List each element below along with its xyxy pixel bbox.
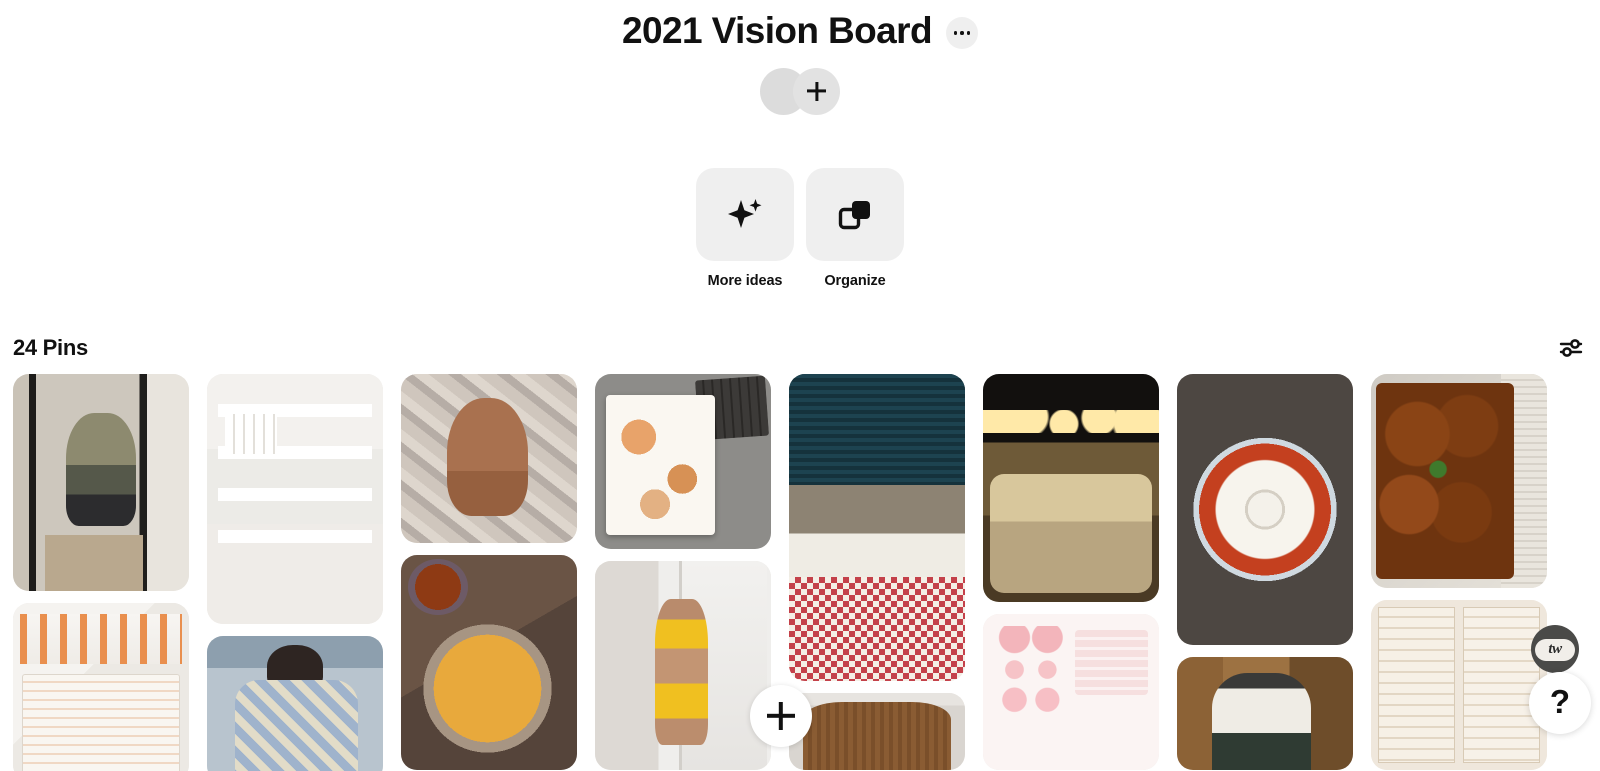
pin-image — [1177, 657, 1353, 770]
pin-card[interactable] — [983, 614, 1159, 770]
page-title: 2021 Vision Board — [622, 9, 933, 51]
pin-card[interactable] — [595, 374, 771, 549]
pin-card[interactable] — [789, 693, 965, 770]
create-pin-button[interactable] — [750, 685, 812, 747]
pin-image — [401, 555, 577, 770]
pin-card[interactable] — [207, 374, 383, 624]
pin-image — [595, 374, 771, 549]
pin-column — [595, 374, 771, 770]
pin-card[interactable] — [595, 561, 771, 770]
organize-button[interactable]: Organize — [806, 168, 904, 289]
organize-tile — [806, 168, 904, 261]
pin-card[interactable] — [1371, 600, 1547, 770]
add-collaborator-button[interactable] — [793, 67, 840, 115]
plus-icon — [767, 702, 795, 730]
pin-column — [13, 374, 189, 771]
pin-image — [13, 374, 189, 591]
pin-image — [13, 603, 189, 771]
pin-card[interactable] — [207, 636, 383, 771]
pin-card[interactable] — [13, 603, 189, 771]
pin-image — [595, 561, 771, 770]
pins-count: 24 Pins — [13, 335, 88, 360]
pin-image — [1177, 374, 1353, 645]
pin-image — [983, 374, 1159, 602]
pin-image — [789, 374, 965, 681]
pin-image — [207, 636, 383, 771]
board-actions-row: More ideas Organize — [696, 168, 904, 289]
pin-image — [1371, 374, 1547, 588]
pin-card[interactable] — [401, 555, 577, 770]
pin-column — [789, 374, 965, 770]
filter-sort-button[interactable] — [1555, 332, 1587, 364]
pin-column — [207, 374, 383, 771]
more-ideas-tile — [696, 168, 794, 261]
pin-image — [401, 374, 577, 543]
organize-label: Organize — [824, 273, 886, 289]
sparkle-icon — [728, 198, 762, 228]
pin-card[interactable] — [789, 374, 965, 681]
pin-card[interactable] — [1371, 374, 1547, 588]
pin-image — [207, 374, 383, 624]
board-header: 2021 Vision Board More ideas Organize — [0, 0, 1600, 289]
ellipsis-icon — [953, 31, 971, 35]
board-options-button[interactable] — [945, 17, 978, 49]
profile-initials: tw — [1548, 640, 1562, 657]
pin-card[interactable] — [983, 374, 1159, 602]
pin-image — [789, 693, 965, 770]
pin-column — [1177, 374, 1353, 770]
pin-card[interactable] — [1177, 374, 1353, 645]
plus-icon — [807, 82, 826, 101]
pin-card[interactable] — [1177, 657, 1353, 770]
pin-card[interactable] — [401, 374, 577, 543]
pin-column — [1371, 374, 1547, 770]
pin-column — [401, 374, 577, 770]
pin-column — [983, 374, 1159, 770]
help-button[interactable]: ? — [1529, 672, 1591, 734]
overlapping-squares-icon — [838, 200, 870, 229]
profile-avatar-badge[interactable]: tw — [1531, 625, 1579, 673]
pin-image — [1371, 600, 1547, 770]
pin-image — [983, 614, 1159, 770]
pin-card[interactable] — [13, 374, 189, 591]
pins-toolbar: 24 Pins — [0, 331, 1600, 365]
more-ideas-button[interactable]: More ideas — [696, 168, 794, 289]
collaborators-row — [760, 66, 840, 116]
more-ideas-label: More ideas — [707, 273, 783, 289]
sliders-icon — [1559, 339, 1583, 357]
board-title-row: 2021 Vision Board — [622, 4, 978, 58]
